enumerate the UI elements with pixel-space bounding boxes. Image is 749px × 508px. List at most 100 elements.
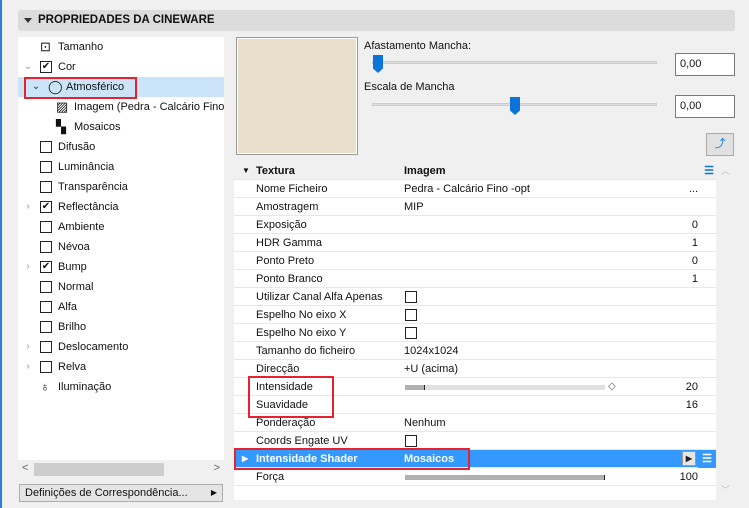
horizontal-scrollbar[interactable]: < > [18,462,224,477]
scroll-left-icon[interactable]: < [22,462,28,474]
tree-item[interactable]: ⊡ Tamanho [18,37,224,57]
panel-header[interactable]: PROPRIEDADES DA CINEWARE [18,10,735,31]
checkbox[interactable]: ✔ [40,61,52,73]
panel-title: PROPRIEDADES DA CINEWARE [38,14,215,26]
tree-item[interactable]: Ambiente [18,217,224,237]
tree-item-label: Difusão [58,141,96,153]
tree-item[interactable]: ♁ Iluminação [18,377,224,397]
tree-item[interactable]: ⌄ ✔ Cor [18,57,224,77]
checkbox[interactable] [40,181,52,193]
row-number: 1 [691,237,698,249]
value-bar[interactable] [405,475,605,480]
tree-item[interactable]: › ✔ Reflectância [18,197,224,217]
row-key: HDR Gamma [256,237,323,249]
checkbox[interactable] [40,221,52,233]
header-key: Textura [256,165,295,177]
checkbox[interactable] [405,435,417,447]
table-row[interactable]: Utilizar Canal Alfa Apenas [234,288,716,306]
bar-fill [405,385,425,390]
tree-item-label: Alfa [58,301,77,313]
table-row[interactable]: Força 100 [234,468,716,486]
spot-offset-slider[interactable] [372,61,657,64]
checkbox[interactable] [40,281,52,293]
row-value: +U (acima) [404,363,459,375]
scroll-up-icon[interactable]: ︿ [721,164,730,177]
chevron-right-icon[interactable]: › [23,357,33,377]
table-row[interactable]: Nome Ficheiro Pedra - Calcário Fino -opt.… [234,180,716,198]
highlight-box [248,376,334,418]
tree-item[interactable]: Luminância [18,157,224,177]
table-row[interactable]: Espelho No eixo Y [234,324,716,342]
scroll-down-icon[interactable]: ﹀ [721,483,730,496]
tree-item[interactable]: Brilho [18,317,224,337]
tree-item[interactable]: › Relva [18,357,224,377]
row-key: Utilizar Canal Alfa Apenas [256,291,383,303]
highlight-box [24,77,137,99]
row-value: Pedra - Calcário Fino -opt [404,183,530,195]
chevron-right-icon[interactable]: › [23,197,33,217]
checkbox[interactable] [40,321,52,333]
tree-item[interactable]: › Deslocamento [18,337,224,357]
checkbox[interactable] [40,341,52,353]
checkbox[interactable] [40,141,52,153]
row-key: Tamanho do ficheiro [256,345,356,357]
spot-offset-input[interactable]: 0,00 [675,53,735,76]
checkbox[interactable]: ✔ [40,201,52,213]
value-bar[interactable] [405,385,605,390]
table-row[interactable]: HDR Gamma 1 [234,234,716,252]
tree-item[interactable]: Transparência [18,177,224,197]
tree-item-label: Tamanho [58,41,104,53]
table-row[interactable]: Amostragem MIP [234,198,716,216]
row-key: Ponto Branco [256,273,323,285]
mapping-settings-button[interactable]: Definições de Correspondência... ▶ [19,484,223,502]
list-settings-icon[interactable]: ☰ [698,450,716,468]
table-row[interactable]: Ponto Branco 1 [234,270,716,288]
checkbox[interactable] [405,309,417,321]
checkbox[interactable] [40,301,52,313]
texture-preview [236,37,358,155]
chevron-down-icon[interactable]: ⌄ [23,57,33,77]
tree-item-label: Transparência [58,181,128,193]
checkbox[interactable] [405,291,417,303]
table-row[interactable]: Exposição 0 [234,216,716,234]
tree-item-label: Bump [58,261,87,273]
tree-item-label: Normal [58,281,94,293]
vertical-scrollbar[interactable]: ︿ ﹀ [716,162,735,500]
table-row[interactable]: Tamanho do ficheiro 1024x1024 [234,342,716,360]
light-icon: ♁ [40,379,50,394]
row-value: Nenhum [404,417,446,429]
chevron-right-icon[interactable]: › [23,337,33,357]
bar-end-icon: ◇ [608,381,616,392]
tree-item-label: Deslocamento [58,341,129,353]
list-settings-icon: ☰ [704,165,714,177]
checkbox[interactable] [40,361,52,373]
tree-item[interactable]: Alfa [18,297,224,317]
row-number: 20 [685,381,698,393]
checkbox[interactable] [405,327,417,339]
slider-thumb[interactable] [510,97,520,115]
table-header[interactable]: ▼ Textura Imagem ☰ [234,162,716,180]
checkbox[interactable]: ✔ [40,261,52,273]
scrollbar-thumb[interactable] [34,463,164,476]
submenu-button[interactable]: ▶ [682,451,696,466]
table-row[interactable]: Espelho No eixo X [234,306,716,324]
tree-item[interactable]: ▨ Imagem (Pedra - Calcário Fino -opt) [18,97,224,117]
tree-item[interactable]: Névoa [18,237,224,257]
tree-item[interactable]: ▚ Mosaicos [18,117,224,137]
checkbox[interactable] [40,241,52,253]
table-row[interactable]: Ponto Preto 0 [234,252,716,270]
tree-item-label: Iluminação [58,381,112,393]
tree-item-label: Luminância [58,161,115,173]
export-icon[interactable]: ⤴ [706,133,734,156]
highlight-box [234,448,470,470]
tree-item[interactable]: Normal [18,277,224,297]
checkbox[interactable] [40,161,52,173]
scroll-right-icon[interactable]: > [214,462,220,474]
tree-item-label: Brilho [58,321,87,333]
tree-item-label: Mosaicos [74,121,121,133]
spot-scale-input[interactable]: 0,00 [675,95,735,118]
tree-item[interactable]: Difusão [18,137,224,157]
slider-thumb[interactable] [373,55,383,73]
tree-item[interactable]: › ✔ Bump [18,257,224,277]
chevron-right-icon[interactable]: › [23,257,33,277]
